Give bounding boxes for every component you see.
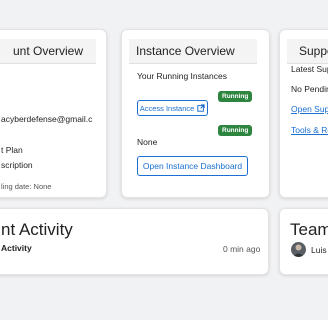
- access-instance-label: Access Instance: [139, 103, 195, 113]
- account-plan: t Plan: [1, 145, 23, 155]
- recent-activity-card: nt Activity Activity 0 min ago: [0, 208, 269, 275]
- support-title: Suppo: [287, 39, 328, 64]
- instance-none-text: None: [137, 137, 158, 147]
- no-pending-text: No Pendin: [291, 84, 328, 94]
- account-overview-title: unt Overview: [0, 39, 96, 64]
- instance-overview-card: Instance Overview Your Running Instances…: [121, 29, 270, 198]
- support-card: Suppo Latest Sup No Pendin Open Supp Too…: [279, 29, 328, 198]
- running-instances-heading: Your Running Instances: [137, 71, 227, 81]
- team-title: Team: [290, 220, 328, 239]
- account-overview-card: unt Overview acyberdefense@gmail.c t Pla…: [0, 29, 107, 198]
- team-card: Team Luis: [279, 208, 328, 275]
- avatar: [291, 242, 306, 257]
- team-member-name: Luis: [311, 245, 327, 255]
- instance-overview-title: Instance Overview: [129, 39, 257, 64]
- account-email: acyberdefense@gmail.c: [1, 114, 93, 124]
- activity-item-label: Activity: [1, 243, 32, 253]
- status-badge: Running: [218, 91, 253, 102]
- tools-resources-link[interactable]: Tools & Re: [291, 125, 328, 135]
- account-subscription: scription: [1, 160, 33, 170]
- activity-item-time: 0 min ago: [223, 244, 261, 254]
- status-badge: Running: [218, 125, 253, 136]
- access-instance-button[interactable]: Access Instance: [137, 100, 208, 116]
- recent-activity-title: nt Activity: [1, 220, 73, 239]
- account-billing-date: ling date: None: [1, 182, 52, 191]
- open-instance-dashboard-button[interactable]: Open Instance Dashboard: [137, 156, 248, 176]
- external-link-icon: [197, 104, 205, 112]
- open-support-link[interactable]: Open Supp: [291, 104, 328, 114]
- latest-support-text: Latest Sup: [291, 64, 328, 74]
